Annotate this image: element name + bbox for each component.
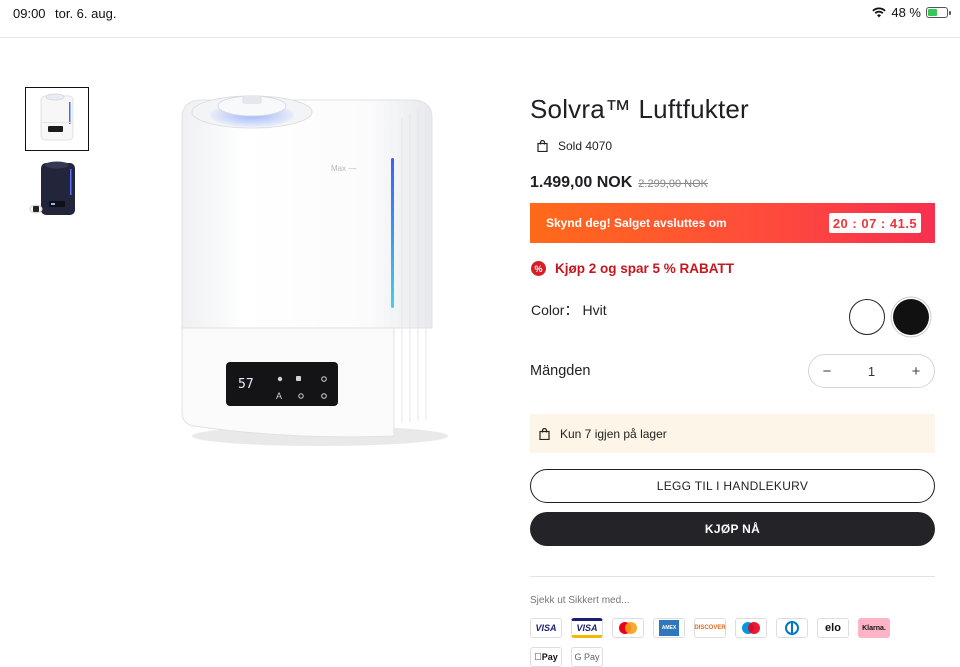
humidifier-black-thumb-image [29,161,75,215]
shopping-bag-icon [539,427,550,440]
battery-fill [928,9,937,16]
color-value: Hvit [582,302,607,318]
max-mark: Max — [331,164,356,173]
amex-icon: AMEX [653,618,685,638]
display-reading: 57 [238,377,254,392]
header-divider [0,37,960,38]
diners-club-icon [776,618,808,638]
sale-countdown-banner: Skynd deg! Salget avsluttes om 20 : 07 :… [530,203,935,243]
elo-icon: elo [817,618,849,638]
quantity-increase-button[interactable]: + [907,363,925,380]
visa-electron-icon: VISA [571,618,603,638]
thumbnail-black[interactable] [25,158,89,222]
maestro-icon [735,618,767,638]
google-pay-icon: G Pay [571,647,603,667]
compare-price: 2.299,00 NOK [638,178,708,190]
battery-percent: 48 % [891,5,921,20]
visa-icon: VISA [530,618,562,638]
sale-price: 1.499,00 NOK [530,174,633,191]
quantity-decrease-button[interactable]: − [818,363,836,380]
quantity-label: Mängden [530,363,591,379]
status-time: 09:00 [13,6,46,21]
klarna-icon: Klarna. [858,618,890,638]
status-right: 48 % [872,5,951,20]
svg-text:A: A [276,391,282,401]
bundle-discount: % Kjøp 2 og spar 5 % RABATT [531,261,734,276]
stock-text: Kun 7 igjen på lager [560,426,667,441]
stock-notice: Kun 7 igjen på lager [530,414,935,453]
color-swatch-white[interactable] [849,299,885,335]
thumbnail-white[interactable] [25,87,89,151]
product-main-image[interactable]: Max — 57 A [170,88,470,458]
apple-pay-icon: Pay [530,647,562,667]
status-date: tor. 6. aug. [55,6,117,21]
secure-checkout-label: Sjekk ut Sikkert med... [530,595,630,606]
color-selector-label: Color： Hvit [531,300,607,320]
shopping-bag-icon [537,140,548,152]
quantity-value[interactable]: 1 [868,364,875,379]
percent-icon: % [531,261,546,276]
bundle-discount-text: Kjøp 2 og spar 5 % RABATT [555,261,735,276]
countdown-message: Skynd deg! Salget avsluttes om [546,216,727,230]
product-title: Solvra™ Luftfukter [530,94,749,124]
price-block: 1.499,00 NOK 2.299,00 NOK [530,174,708,192]
discover-icon: DISCOVER [694,618,726,638]
section-divider [530,576,935,577]
sold-text: Sold 4070 [558,139,613,153]
sold-count: Sold 4070 [537,139,612,153]
apple-logo-icon:  [534,652,542,663]
mastercard-icon [612,618,644,638]
humidifier-white-thumb-image [40,93,74,141]
status-bar: 09:00 tor. 6. aug. 48 % [0,0,960,28]
humidifier-image: Max — 57 A [181,95,448,446]
color-swatch-black[interactable] [893,299,929,335]
add-to-cart-button[interactable]: LEGG TIL I HANDLEKURV [530,469,935,503]
countdown-timer: 20 : 07 : 41.5 [829,213,921,233]
buy-now-button[interactable]: KJØP NÅ [530,512,935,546]
quantity-stepper[interactable]: − 1 + [808,354,935,388]
wifi-icon [872,7,887,18]
battery-icon [926,7,951,18]
color-label: Color： [531,302,579,318]
